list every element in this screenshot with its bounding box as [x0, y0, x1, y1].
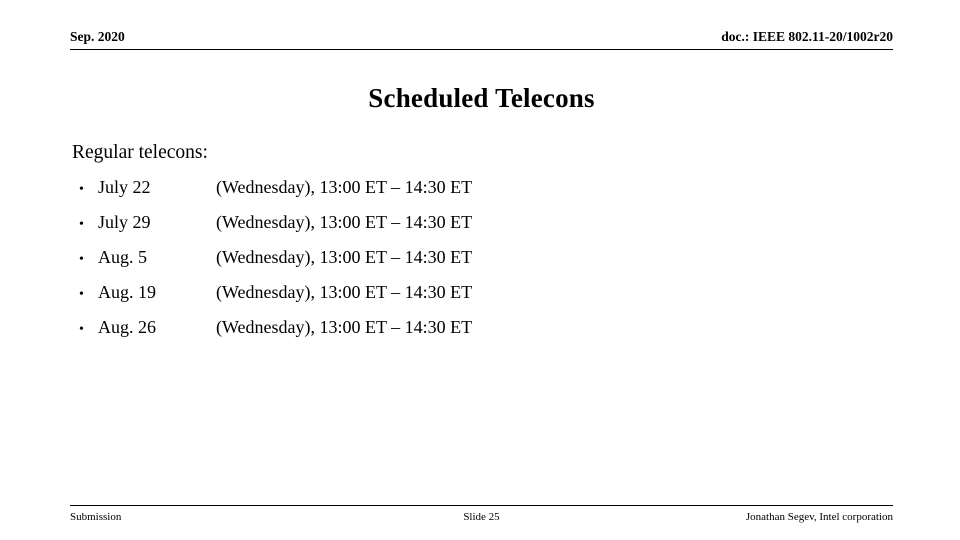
bullet-icon: • [79, 252, 84, 267]
list-item: • Aug. 19 (Wednesday), 13:00 ET – 14:30 … [72, 275, 902, 310]
telecon-date: Aug. 19 [98, 282, 156, 302]
telecon-date: Aug. 5 [98, 247, 147, 267]
bullet-icon: • [79, 182, 84, 197]
list-item: • July 22 (Wednesday), 13:00 ET – 14:30 … [72, 170, 902, 205]
telecon-date: July 29 [98, 212, 151, 232]
telecon-date: July 22 [98, 177, 151, 197]
slide-body: Regular telecons: • July 22 (Wednesday),… [72, 139, 902, 345]
slide-header: Sep. 2020 doc.: IEEE 802.11-20/1002r20 [70, 28, 893, 52]
telecon-date: Aug. 26 [98, 317, 156, 337]
footer-author: Jonathan Segev, Intel corporation [745, 511, 893, 523]
bullet-icon: • [79, 217, 84, 232]
header-divider [70, 49, 893, 50]
telecon-detail: (Wednesday), 13:00 ET – 14:30 ET [216, 177, 473, 197]
list-item: • Aug. 5 (Wednesday), 13:00 ET – 14:30 E… [72, 240, 902, 275]
telecon-detail: (Wednesday), 13:00 ET – 14:30 ET [216, 282, 473, 302]
slide: Sep. 2020 doc.: IEEE 802.11-20/1002r20 S… [0, 0, 960, 540]
footer-divider [70, 505, 893, 506]
page-title: Scheduled Telecons [368, 83, 595, 113]
slide-footer: Submission Slide 25 Jonathan Segev, Inte… [70, 505, 893, 531]
bullet-icon: • [79, 287, 84, 302]
body-heading: Regular telecons: [72, 142, 208, 163]
header-date: Sep. 2020 [70, 29, 125, 44]
header-doc-reference: doc.: IEEE 802.11-20/1002r20 [721, 29, 893, 44]
telecon-detail: (Wednesday), 13:00 ET – 14:30 ET [216, 212, 473, 232]
list-item: • July 29 (Wednesday), 13:00 ET – 14:30 … [72, 205, 902, 240]
telecon-detail: (Wednesday), 13:00 ET – 14:30 ET [216, 247, 473, 267]
list-item: • Aug. 26 (Wednesday), 13:00 ET – 14:30 … [72, 310, 902, 345]
telecon-list: • July 22 (Wednesday), 13:00 ET – 14:30 … [72, 170, 902, 345]
bullet-icon: • [79, 322, 84, 337]
telecon-detail: (Wednesday), 13:00 ET – 14:30 ET [216, 317, 473, 337]
